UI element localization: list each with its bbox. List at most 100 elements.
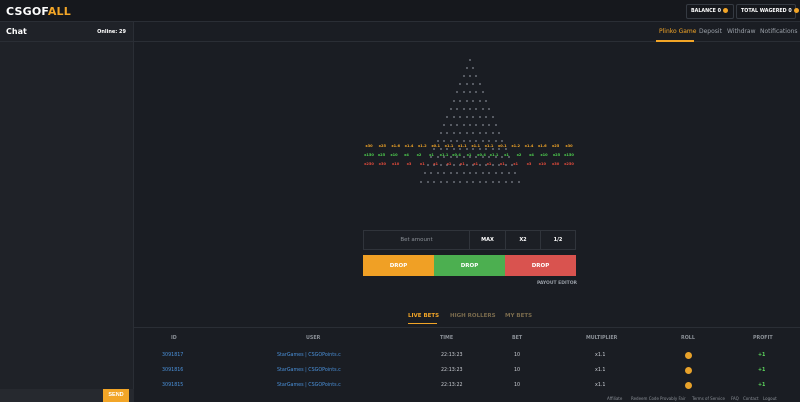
plinko-peg xyxy=(459,99,462,102)
plinko-peg xyxy=(449,140,452,142)
plinko-peg xyxy=(443,140,446,142)
col-time: TIME xyxy=(440,336,454,341)
plinko-peg xyxy=(475,91,478,94)
bet-user[interactable]: StarGames | CSGOPoints.c xyxy=(277,353,341,358)
plinko-peg xyxy=(456,91,458,94)
plinko-peg xyxy=(485,115,488,118)
multiplier-orange: x1.2 xyxy=(417,144,427,148)
plinko-peg xyxy=(462,75,465,78)
tab-my-bets[interactable]: MY BETS xyxy=(505,313,532,319)
plinko-peg xyxy=(462,140,465,142)
plinko-peg xyxy=(465,180,468,183)
multiplier-green: x0.4 xyxy=(477,153,486,157)
drop-orange-button[interactable]: DROP xyxy=(363,255,434,276)
roll-coin-icon xyxy=(685,382,692,389)
plinko-peg xyxy=(420,180,423,183)
multiplier-orange: x1.1 xyxy=(457,144,467,148)
plinko-peg xyxy=(469,140,471,142)
plinko-peg xyxy=(456,123,458,126)
payout-editor-link[interactable]: PAYOUT EDITOR xyxy=(537,281,577,286)
bets-tab-indicator xyxy=(408,323,437,324)
footer-faq[interactable]: FAQ xyxy=(731,396,739,401)
nav-deposit[interactable]: Deposit xyxy=(699,28,722,35)
bet-id[interactable]: 3091815 xyxy=(162,383,183,388)
footer-provably-fair[interactable]: Provably Fair xyxy=(660,396,686,401)
multiplier-red: x1 xyxy=(419,162,425,166)
multiplier-green: x0.4 xyxy=(452,153,461,157)
multiplier-green: x1.1 xyxy=(489,153,499,157)
nav-notifications[interactable]: Notifications xyxy=(760,28,798,35)
nav-plinko-game[interactable]: Plinko Game xyxy=(659,28,696,35)
multiplier-red: x1 xyxy=(513,162,519,166)
drop-green-button[interactable]: DROP xyxy=(434,255,505,276)
coin-icon xyxy=(722,8,728,13)
table-row: 3091817 StarGames | CSGOPoints.c 22:13:2… xyxy=(134,349,800,363)
plinko-peg xyxy=(475,123,478,126)
plinko-peg xyxy=(501,172,504,175)
plinko-peg xyxy=(465,115,468,118)
bet-user[interactable]: StarGames | CSGOPoints.c xyxy=(277,383,341,388)
footer-terms[interactable]: Terms of Service xyxy=(692,396,725,401)
balance-display: BALANCE 0 xyxy=(686,4,734,19)
plinko-peg xyxy=(456,172,458,175)
plinko-peg xyxy=(459,115,462,118)
plinko-peg xyxy=(449,107,452,110)
bet-time: 22:13:23 xyxy=(441,353,463,358)
plinko-peg xyxy=(456,107,458,110)
bet-id[interactable]: 3091816 xyxy=(162,368,183,373)
bet-id[interactable]: 3091817 xyxy=(162,353,183,358)
multiplier-red: x1 xyxy=(486,162,492,166)
bet-profit: +1 xyxy=(758,383,766,388)
multiplier-orange: x0.1 xyxy=(497,144,507,148)
chat-header: Chat Online: 29 xyxy=(0,22,134,42)
site-logo[interactable]: CSGOFALL xyxy=(6,5,71,18)
bet-amount: 10 xyxy=(514,368,521,373)
max-button[interactable]: MAX xyxy=(469,231,505,249)
tab-live-bets[interactable]: LIVE BETS xyxy=(408,313,439,319)
multiplier-green: x150 xyxy=(564,153,574,157)
multiplier-green: x1 xyxy=(504,153,509,157)
bet-multiplier: x1.1 xyxy=(595,368,606,373)
plinko-peg xyxy=(452,180,455,183)
multiplier-orange: x1.1 xyxy=(471,144,480,148)
nav-withdraw[interactable]: Withdraw xyxy=(727,28,755,35)
plinko-peg xyxy=(469,59,471,61)
plinko-peg xyxy=(488,172,491,175)
plinko-peg xyxy=(478,83,481,86)
multiplier-orange: x1.4 xyxy=(404,144,414,148)
plinko-peg xyxy=(462,107,465,110)
footer-affiliate[interactable]: Affiliate xyxy=(607,396,622,401)
plinko-peg xyxy=(475,140,478,142)
footer-redeem-code[interactable]: Redeem Code xyxy=(631,396,659,401)
double-bet-button[interactable]: X2 xyxy=(505,231,540,249)
footer-contact[interactable]: Contact xyxy=(743,396,759,401)
plinko-peg xyxy=(498,180,501,183)
bet-user[interactable]: StarGames | CSGOPoints.c xyxy=(277,368,341,373)
online-count: Online: 29 xyxy=(97,29,126,35)
multiplier-green: x1 xyxy=(429,153,434,157)
footer-logout[interactable]: Logout xyxy=(763,396,777,401)
plinko-peg xyxy=(430,172,433,175)
bet-amount-input[interactable] xyxy=(364,231,469,249)
tab-high-rollers[interactable]: HIGH ROLLERS xyxy=(450,313,496,319)
bet-time: 22:13:23 xyxy=(441,368,463,373)
plinko-peg xyxy=(423,172,426,175)
plinko-peg xyxy=(436,172,439,175)
multiplier-red: x1 xyxy=(433,162,439,166)
multiplier-red: x10 xyxy=(391,162,400,166)
roll-coin-icon xyxy=(685,352,692,359)
balance-text: BALANCE 0 xyxy=(691,9,721,14)
multiplier-red: x1 xyxy=(473,162,479,166)
plinko-peg xyxy=(491,148,494,151)
multiplier-green: x10 xyxy=(540,153,548,157)
plinko-peg xyxy=(517,180,520,183)
multiplier-red: x10 xyxy=(538,162,546,166)
multiplier-orange: x1.4 xyxy=(524,144,534,148)
multiplier-green: x2 xyxy=(416,153,422,157)
plinko-peg xyxy=(491,131,494,134)
drop-red-button[interactable]: DROP xyxy=(505,255,576,276)
plinko-peg xyxy=(501,140,504,142)
half-bet-button[interactable]: 1/2 xyxy=(540,231,575,249)
send-button[interactable]: SEND xyxy=(103,389,129,402)
multiplier-green: x1 xyxy=(466,153,472,157)
